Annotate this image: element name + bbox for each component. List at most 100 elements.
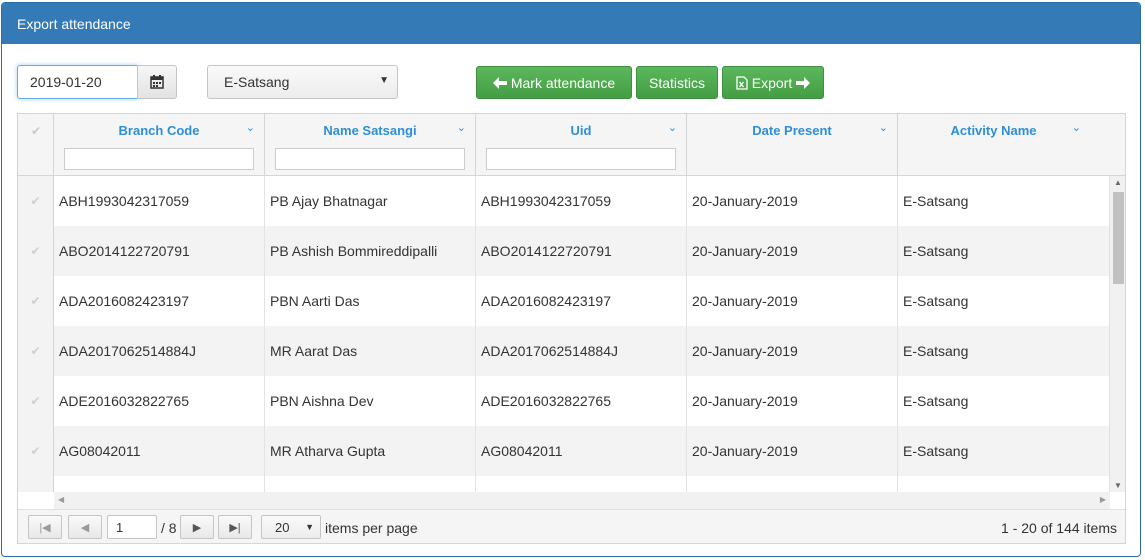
table-row[interactable]: ✔ ADE2016032822765 PBN Aishna Dev ADE201603… <box>18 376 1110 426</box>
cell-name-satsangi: PBN Aarti Das <box>265 276 476 326</box>
column-title: Branch Code <box>118 123 200 138</box>
vertical-scrollbar[interactable]: ▲ ▼ <box>1110 176 1125 492</box>
cell-date-present: 20-January-2019 <box>687 276 898 326</box>
cell-branch-code: ABO2014122720791 <box>54 226 265 276</box>
cell-activity-name <box>898 476 1110 492</box>
branch-code-filter-input[interactable] <box>64 148 254 170</box>
cell-name-satsangi: MR Atharva Gupta <box>265 426 476 476</box>
export-label: Export <box>751 74 793 91</box>
column-uid[interactable]: Uid ⌄ <box>476 114 687 176</box>
mark-attendance-button[interactable]: Mark attendance <box>476 66 632 99</box>
last-page-button[interactable]: ▶| <box>218 515 252 539</box>
cell-name-satsangi: MR Aarat Das <box>265 326 476 376</box>
check-icon[interactable]: ✔ <box>18 326 54 376</box>
cell-uid: ADA2016082423197 <box>476 276 687 326</box>
cell-branch-code: ADA2017062514884J <box>54 326 265 376</box>
dropdown-caret-icon: ▼ <box>305 522 314 532</box>
table-row[interactable]: ✔ ABO2014122720791 PB Ashish Bommireddipal… <box>18 226 1110 276</box>
column-title: Date Present <box>752 123 832 138</box>
check-icon[interactable]: ✔ <box>18 476 54 492</box>
grid-header: ✔ Branch Code ⌄ Name Satsangi ⌄ Uid ⌄ Da… <box>18 114 1125 176</box>
table-row[interactable]: ✔ ADA2017062514884J MR Aarat Das ADA2017062… <box>18 326 1110 376</box>
statistics-button[interactable]: Statistics <box>636 66 718 99</box>
activity-select-value: E-Satsang <box>224 74 290 90</box>
horizontal-scrollbar[interactable]: ◀ ▶ <box>54 492 1110 509</box>
cell-branch-code: AG08042011 <box>54 426 265 476</box>
prev-page-button[interactable]: ◀ <box>68 515 102 539</box>
chevron-down-icon[interactable]: ⌄ <box>457 121 466 134</box>
check-icon[interactable]: ✔ <box>18 176 54 226</box>
cell-activity-name: E-Satsang <box>898 276 1110 326</box>
cell-activity-name: E-Satsang <box>898 326 1110 376</box>
check-icon[interactable]: ✔ <box>18 426 54 476</box>
cell-uid <box>476 476 687 492</box>
grid-body: ✔ ABH1993042317059 PB Ajay Bhatnagar ABH199… <box>18 176 1110 492</box>
column-title: Activity Name <box>950 123 1037 138</box>
scroll-up-icon[interactable]: ▲ <box>1114 178 1122 187</box>
items-per-page-select[interactable]: 20 ▼ <box>261 515 321 539</box>
uid-filter-input[interactable] <box>486 148 676 170</box>
excel-file-icon <box>736 75 748 90</box>
prev-page-icon: ◀ <box>80 521 90 534</box>
statistics-label: Statistics <box>648 74 705 91</box>
cell-date-present: 20-January-2019 <box>687 226 898 276</box>
select-all-column[interactable]: ✔ <box>18 114 54 176</box>
calendar-icon <box>150 75 164 89</box>
cell-date-present: 20-January-2019 <box>687 376 898 426</box>
page-number-input[interactable] <box>107 515 157 539</box>
scroll-left-icon[interactable]: ◀ <box>58 495 64 504</box>
last-page-icon: ▶| <box>229 521 241 534</box>
cell-uid: ADA2017062514884J <box>476 326 687 376</box>
date-input[interactable] <box>17 65 138 99</box>
check-icon[interactable]: ✔ <box>18 376 54 426</box>
column-date-present[interactable]: Date Present ⌄ <box>687 114 898 176</box>
cell-date-present: 20-January-2019 <box>687 426 898 476</box>
first-page-icon: |◀ <box>39 521 51 534</box>
column-title: Name Satsangi <box>323 123 417 138</box>
pager-summary: 1 - 20 of 144 items <box>1001 520 1117 536</box>
cell-uid: AG08042011 <box>476 426 687 476</box>
cell-uid: ABH1993042317059 <box>476 176 687 226</box>
items-per-page-value: 20 <box>275 520 290 535</box>
name-satsangi-filter-input[interactable] <box>275 148 465 170</box>
cell-date-present: 20-January-2019 <box>687 176 898 226</box>
check-icon[interactable]: ✔ <box>18 276 54 326</box>
table-row[interactable]: ✔ ABH1993042317059 PB Ajay Bhatnagar ABH199… <box>18 176 1110 226</box>
cell-date-present: 20-January-2019 <box>687 326 898 376</box>
chevron-down-icon[interactable]: ⌄ <box>879 121 888 134</box>
first-page-button[interactable]: |◀ <box>28 515 62 539</box>
cell-branch-code <box>54 476 265 492</box>
chevron-down-icon[interactable]: ⌄ <box>668 121 677 134</box>
cell-date-present <box>687 476 898 492</box>
column-activity-name[interactable]: Activity Name ⌄ <box>898 114 1125 176</box>
column-name-satsangi[interactable]: Name Satsangi ⌄ <box>265 114 476 176</box>
cell-uid: ABO2014122720791 <box>476 226 687 276</box>
cell-activity-name: E-Satsang <box>898 426 1110 476</box>
cell-name-satsangi: PBN Aishna Dev <box>265 376 476 426</box>
cell-name-satsangi: PB Ajay Bhatnagar <box>265 176 476 226</box>
attendance-grid: ✔ Branch Code ⌄ Name Satsangi ⌄ Uid ⌄ Da… <box>17 113 1126 544</box>
cell-name-satsangi: PB Ashish Bommireddipalli <box>265 226 476 276</box>
arrow-left-icon <box>492 76 507 89</box>
export-button[interactable]: Export <box>722 66 824 99</box>
cell-activity-name: E-Satsang <box>898 226 1110 276</box>
table-row[interactable]: ✔ ADA2016082423197 PBN Aarti Das ADA2016082… <box>18 276 1110 326</box>
column-branch-code[interactable]: Branch Code ⌄ <box>54 114 265 176</box>
cell-activity-name: E-Satsang <box>898 376 1110 426</box>
scroll-right-icon[interactable]: ▶ <box>1100 495 1106 504</box>
cell-name-satsangi <box>265 476 476 492</box>
panel-title: Export attendance <box>2 3 1140 44</box>
scrollbar-thumb[interactable] <box>1113 192 1124 284</box>
table-row[interactable]: ✔ <box>18 476 1110 492</box>
check-icon[interactable]: ✔ <box>18 226 54 276</box>
activity-select[interactable]: E-Satsang ▼ <box>207 65 398 99</box>
chevron-down-icon[interactable]: ⌄ <box>246 121 255 134</box>
dropdown-caret-icon: ▼ <box>379 75 389 86</box>
calendar-button[interactable] <box>137 65 177 99</box>
cell-branch-code: ADE2016032822765 <box>54 376 265 426</box>
cell-uid: ADE2016032822765 <box>476 376 687 426</box>
table-row[interactable]: ✔ AG08042011 MR Atharva Gupta AG08042011 20-… <box>18 426 1110 476</box>
next-page-button[interactable]: ▶ <box>180 515 214 539</box>
chevron-down-icon[interactable]: ⌄ <box>1072 121 1081 134</box>
scroll-down-icon[interactable]: ▼ <box>1114 481 1122 490</box>
